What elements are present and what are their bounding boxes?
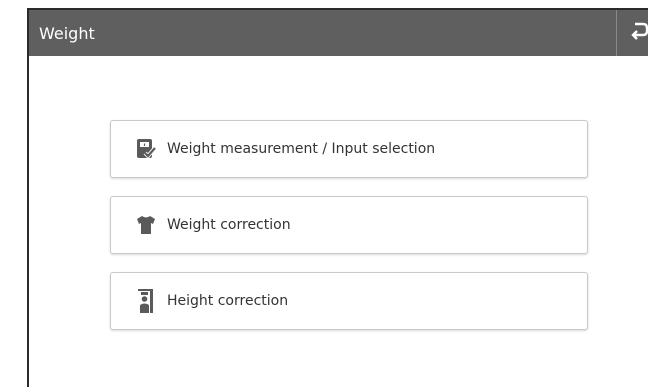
button-label: Height correction bbox=[167, 293, 289, 309]
shirt-icon bbox=[134, 213, 158, 237]
return-arrow-icon bbox=[631, 21, 648, 45]
page-title: Weight bbox=[39, 23, 95, 43]
header-bar: Weight bbox=[29, 10, 648, 56]
weight-measurement-input-selection-button[interactable]: Weight measurement / Input selection bbox=[110, 120, 588, 178]
scale-check-icon bbox=[134, 137, 158, 161]
height-correction-button[interactable]: Height correction bbox=[110, 272, 588, 330]
app-window: Weight Weight measurement / Input select… bbox=[27, 8, 648, 387]
height-gauge-icon bbox=[134, 289, 158, 313]
back-button[interactable] bbox=[617, 10, 648, 56]
button-label: Weight measurement / Input selection bbox=[167, 141, 436, 157]
weight-correction-button[interactable]: Weight correction bbox=[110, 196, 588, 254]
button-label: Weight correction bbox=[167, 217, 291, 233]
